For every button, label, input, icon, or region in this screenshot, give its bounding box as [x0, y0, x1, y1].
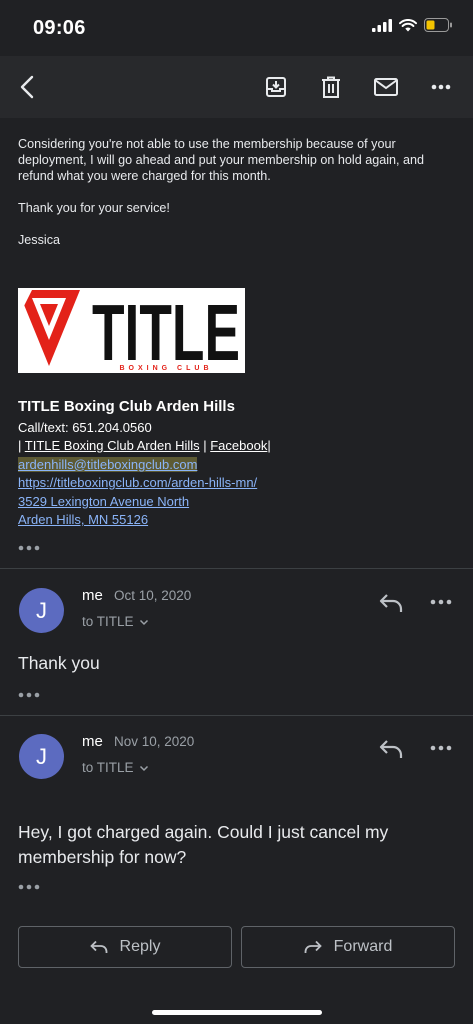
wifi-icon: [399, 18, 417, 31]
forward-button[interactable]: Forward: [241, 926, 455, 968]
recipients-text: to TITLE: [82, 760, 134, 775]
status-bar: 09:06: [0, 0, 473, 56]
signal-icon: [372, 18, 392, 32]
sender-name: me: [82, 587, 103, 604]
avatar[interactable]: J: [19, 588, 64, 633]
delete-button[interactable]: [316, 72, 346, 102]
recipients-toggle[interactable]: to TITLE: [82, 760, 149, 775]
email-address-link[interactable]: ardenhills@titleboxingclub.com: [18, 456, 198, 472]
signature-name: TITLE Boxing Club Arden Hills: [18, 398, 235, 415]
reply-icon[interactable]: [378, 592, 404, 614]
more-icon: [431, 84, 451, 90]
more-icon[interactable]: [430, 743, 452, 753]
email-paragraph: Considering you're not able to use the m…: [18, 137, 425, 183]
archive-icon: [266, 77, 286, 97]
logo-wordmark: TITLE: [92, 288, 240, 373]
mark-unread-button[interactable]: [371, 72, 401, 102]
home-indicator[interactable]: [152, 1010, 322, 1015]
battery-icon: [424, 18, 452, 32]
show-trimmed-content-icon[interactable]: [18, 692, 40, 698]
show-trimmed-content-icon[interactable]: [18, 884, 40, 890]
status-icons: [372, 18, 453, 32]
chevron-down-icon: [140, 765, 149, 772]
more-icon[interactable]: [430, 597, 452, 607]
divider: [0, 715, 473, 716]
signature-links-line: | TITLE Boxing Club Arden Hills | Facebo…: [18, 438, 271, 453]
message-date: Oct 10, 2020: [114, 588, 192, 603]
club-link[interactable]: TITLE Boxing Club Arden Hills: [25, 438, 200, 453]
chevron-down-icon: [140, 619, 149, 626]
address-line-1[interactable]: 3529 Lexington Avenue North: [18, 493, 271, 512]
sender-name: me: [82, 733, 103, 750]
forward-label: Forward: [333, 938, 393, 955]
email-paragraph: Thank you for your service!: [18, 201, 170, 215]
signature-phone-line: Call/text: 651.204.0560: [18, 419, 271, 438]
reply-icon[interactable]: [378, 738, 404, 760]
logo-subtext: BOXING CLUB: [120, 365, 213, 372]
reply-icon: [89, 940, 107, 953]
back-icon: [20, 75, 34, 99]
status-time: 09:06: [33, 17, 86, 39]
reply-label: Reply: [119, 938, 161, 955]
message-body: Hey, I got charged again. Could I just c…: [18, 822, 389, 867]
title-boxing-logo: TITLE BOXING CLUB: [18, 288, 245, 373]
email-signature: TITLE Boxing Club Arden Hills Call/text:…: [18, 398, 271, 530]
archive-button[interactable]: [261, 72, 291, 102]
email-toolbar: [0, 56, 473, 118]
delete-icon: [322, 76, 340, 98]
message-date: Nov 10, 2020: [114, 734, 195, 749]
message-body: Thank you: [18, 653, 100, 673]
phone-number[interactable]: 651.204.0560: [72, 420, 152, 435]
email-body: Considering you're not able to use the m…: [18, 136, 458, 264]
phone-label: Call/text:: [18, 419, 69, 435]
recipients-text: to TITLE: [82, 614, 134, 629]
divider: [0, 568, 473, 569]
avatar[interactable]: J: [19, 734, 64, 779]
back-button[interactable]: [12, 72, 42, 102]
facebook-link[interactable]: Facebook: [210, 438, 267, 453]
show-trimmed-content-icon[interactable]: [18, 545, 40, 551]
more-options-button[interactable]: [426, 72, 456, 102]
address-line-2[interactable]: Arden Hills, MN 55126: [18, 511, 271, 530]
mark-unread-icon: [374, 78, 398, 96]
email-signoff: Jessica: [18, 233, 60, 247]
forward-icon: [304, 940, 322, 953]
reply-button[interactable]: Reply: [18, 926, 232, 968]
recipients-toggle[interactable]: to TITLE: [82, 614, 149, 629]
website-link[interactable]: https://titleboxingclub.com/arden-hills-…: [18, 474, 271, 493]
